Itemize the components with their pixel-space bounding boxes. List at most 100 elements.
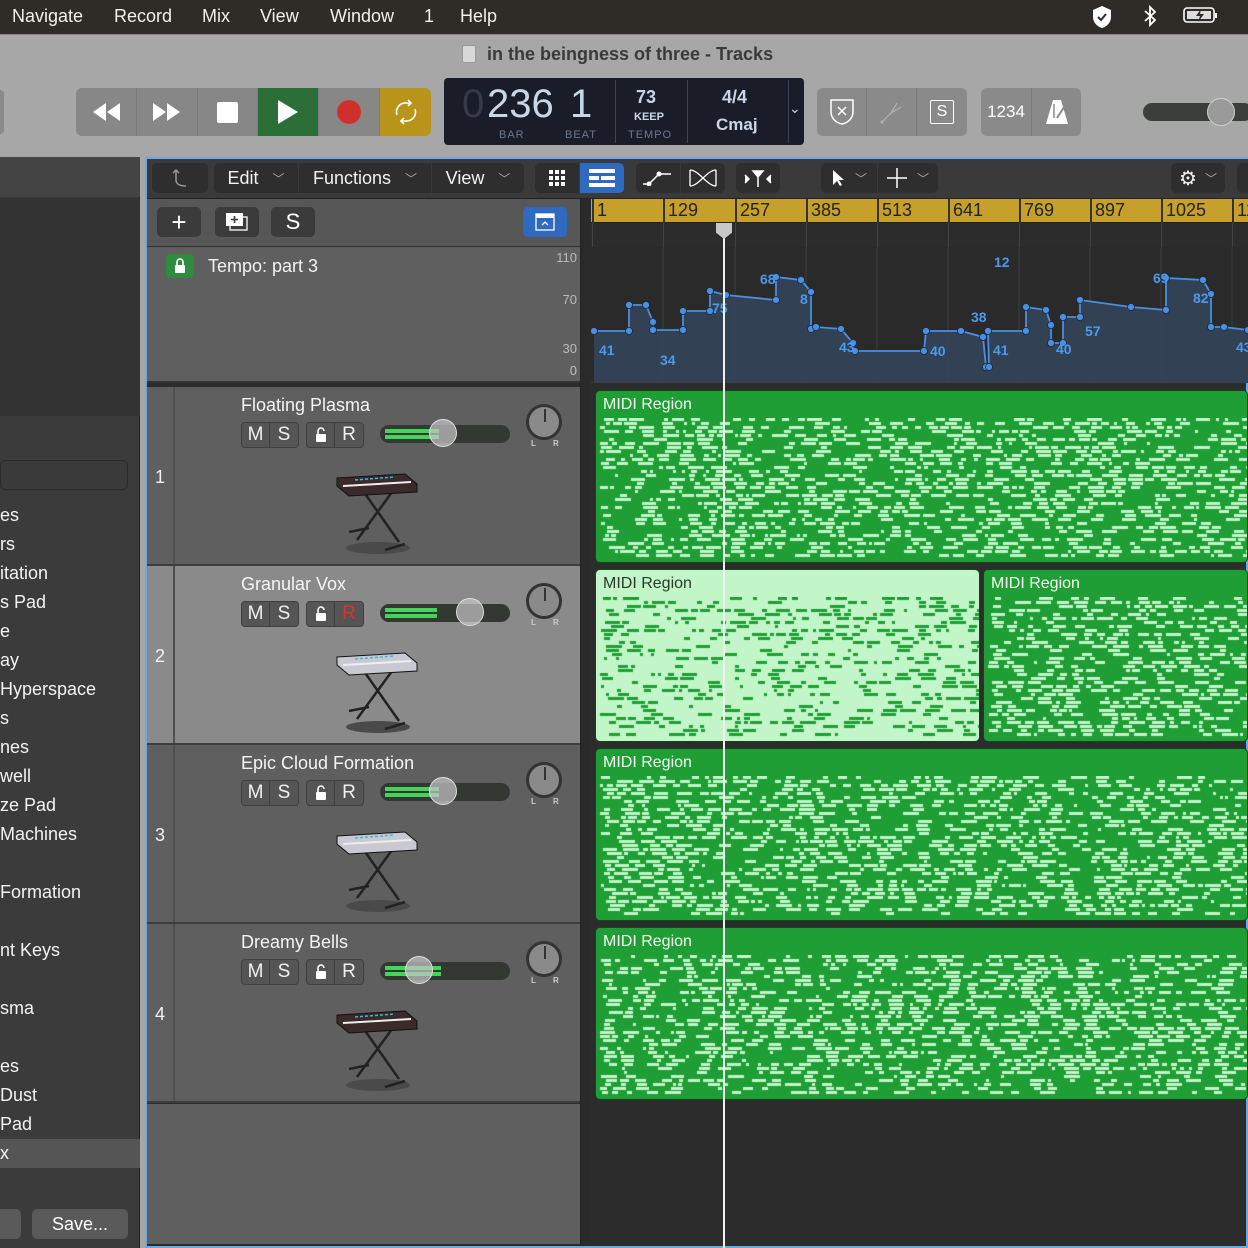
library-item[interactable] (0, 907, 140, 936)
record-enable-button[interactable]: R (335, 423, 363, 447)
library-item[interactable] (0, 1023, 140, 1052)
tempo-node[interactable] (679, 307, 687, 315)
record-enable-button[interactable]: R (335, 960, 363, 984)
midi-region[interactable]: MIDI Region (595, 390, 1248, 563)
menu-window[interactable]: Window (330, 6, 394, 27)
tempo-node[interactable] (1076, 296, 1084, 304)
duplicate-track-button[interactable] (215, 207, 259, 237)
midi-region[interactable]: MIDI Region (595, 748, 1248, 921)
library-item[interactable]: well (0, 762, 140, 791)
ruler-marker-lane[interactable] (591, 223, 1248, 247)
track-name[interactable]: Epic Cloud Formation (241, 753, 414, 774)
tempo-track-header[interactable]: Tempo: part 3 110 70 30 0 (147, 247, 580, 383)
tempo-node[interactable] (1220, 323, 1228, 331)
library-item[interactable] (0, 849, 140, 878)
view-menu[interactable]: View ﹀ (432, 163, 524, 193)
tempo-node[interactable] (984, 327, 992, 335)
library-item[interactable]: Machines (0, 820, 140, 849)
low-latency-button[interactable] (817, 88, 867, 136)
library-item[interactable]: es (0, 1052, 140, 1081)
library-delete-button[interactable] (0, 1209, 21, 1239)
library-item[interactable]: s (0, 704, 140, 733)
solo-button[interactable]: S (270, 960, 298, 984)
tempo-node[interactable] (1047, 321, 1055, 329)
lcd-display[interactable]: 0 236 1 BAR BEAT 73 KEEP TEMPO 4/4 Cmaj … (444, 78, 804, 145)
volume-fader[interactable] (380, 962, 510, 980)
mute-button[interactable]: M (242, 781, 270, 805)
tempo-node[interactable] (812, 323, 820, 331)
mute-button[interactable]: M (242, 960, 270, 984)
tempo-node[interactable] (979, 333, 987, 341)
global-solo-button[interactable]: S (271, 207, 315, 237)
track-lock-button[interactable] (307, 781, 335, 805)
menu-record[interactable]: Record (114, 6, 172, 27)
menu-mix[interactable]: Mix (202, 6, 230, 27)
tempo-node[interactable] (1042, 306, 1050, 314)
tempo-node[interactable] (649, 318, 657, 326)
play-button[interactable] (258, 88, 319, 136)
header-region-divider[interactable] (580, 199, 591, 1246)
tempo-node[interactable] (985, 363, 993, 371)
mute-button[interactable]: M (242, 602, 270, 626)
library-item[interactable]: rs (0, 530, 140, 559)
solo-button[interactable]: S (270, 781, 298, 805)
volume-fader[interactable] (380, 604, 510, 622)
tempo-curve[interactable]: 41 34 75 68 8 43 40 12 38 41 40 57 69 82 43 (591, 247, 1248, 383)
tuner-button[interactable] (867, 88, 917, 136)
count-in-button[interactable]: 1234 (981, 88, 1032, 136)
record-enable-button[interactable]: R (335, 602, 363, 626)
stop-button[interactable] (198, 88, 258, 136)
library-item[interactable]: Hyperspace (0, 675, 140, 704)
secondary-tool-menu[interactable]: ﹀ (878, 163, 938, 193)
tempo-node[interactable] (679, 326, 687, 334)
add-track-button[interactable]: + (157, 207, 201, 237)
track-name[interactable]: Granular Vox (241, 574, 346, 595)
toolbar-overflow-button[interactable] (1237, 163, 1248, 193)
tempo-node[interactable] (1076, 313, 1084, 321)
tempo-node[interactable] (1244, 326, 1248, 334)
library-item[interactable]: Dust (0, 1081, 140, 1110)
list-view-button[interactable] (580, 163, 624, 193)
solo-button[interactable]: S (270, 602, 298, 626)
library-item[interactable]: sma (0, 994, 140, 1023)
tempo-node[interactable] (1059, 313, 1067, 321)
pan-knob[interactable] (526, 404, 562, 440)
library-save-button[interactable]: Save... (32, 1209, 128, 1239)
library-item[interactable]: itation (0, 559, 140, 588)
library-item[interactable]: ay (0, 646, 140, 675)
track-header[interactable]: 2 Granular Vox M S R L R (147, 566, 580, 745)
tempo-node[interactable] (837, 325, 845, 333)
menu-help[interactable]: Help (460, 6, 497, 27)
record-enable-button[interactable]: R (335, 781, 363, 805)
tempo-node[interactable] (1047, 339, 1055, 347)
tempo-lock-button[interactable] (166, 254, 194, 278)
library-item[interactable]: x (0, 1139, 140, 1168)
track-name[interactable]: Floating Plasma (241, 395, 370, 416)
settings-menu[interactable]: ⚙ ﹀ (1171, 163, 1225, 193)
lcd-dropdown-chevron-icon[interactable]: ⌄ (789, 100, 801, 117)
master-volume-knob[interactable] (1207, 98, 1235, 126)
record-button[interactable] (319, 88, 380, 136)
library-item[interactable]: es (0, 501, 140, 530)
track-lock-button[interactable] (307, 423, 335, 447)
track-header[interactable]: 1 Floating Plasma M S R L R (147, 387, 580, 566)
pan-knob[interactable] (526, 762, 562, 798)
tempo-node[interactable] (807, 288, 815, 296)
tempo-node[interactable] (1162, 306, 1170, 314)
menu-view[interactable]: View (260, 6, 299, 27)
volume-fader-knob[interactable] (404, 956, 433, 984)
volume-fader-knob[interactable] (429, 419, 458, 447)
functions-menu[interactable]: Functions ﹀ (299, 163, 431, 193)
pointer-tool-menu[interactable]: ﹀ (821, 163, 877, 193)
catch-playhead-button[interactable] (736, 163, 780, 193)
track-header[interactable]: 3 Epic Cloud Formation M S R L R (147, 745, 580, 924)
library-item[interactable]: e (0, 617, 140, 646)
tempo-node[interactable] (649, 326, 657, 334)
tempo-node[interactable] (1207, 323, 1215, 331)
tempo-node[interactable] (1022, 327, 1030, 335)
tempo-node[interactable] (1022, 303, 1030, 311)
library-item[interactable]: ze Pad (0, 791, 140, 820)
flex-button[interactable] (681, 163, 725, 193)
library-item[interactable] (0, 965, 140, 994)
rewind-button[interactable] (76, 88, 137, 136)
